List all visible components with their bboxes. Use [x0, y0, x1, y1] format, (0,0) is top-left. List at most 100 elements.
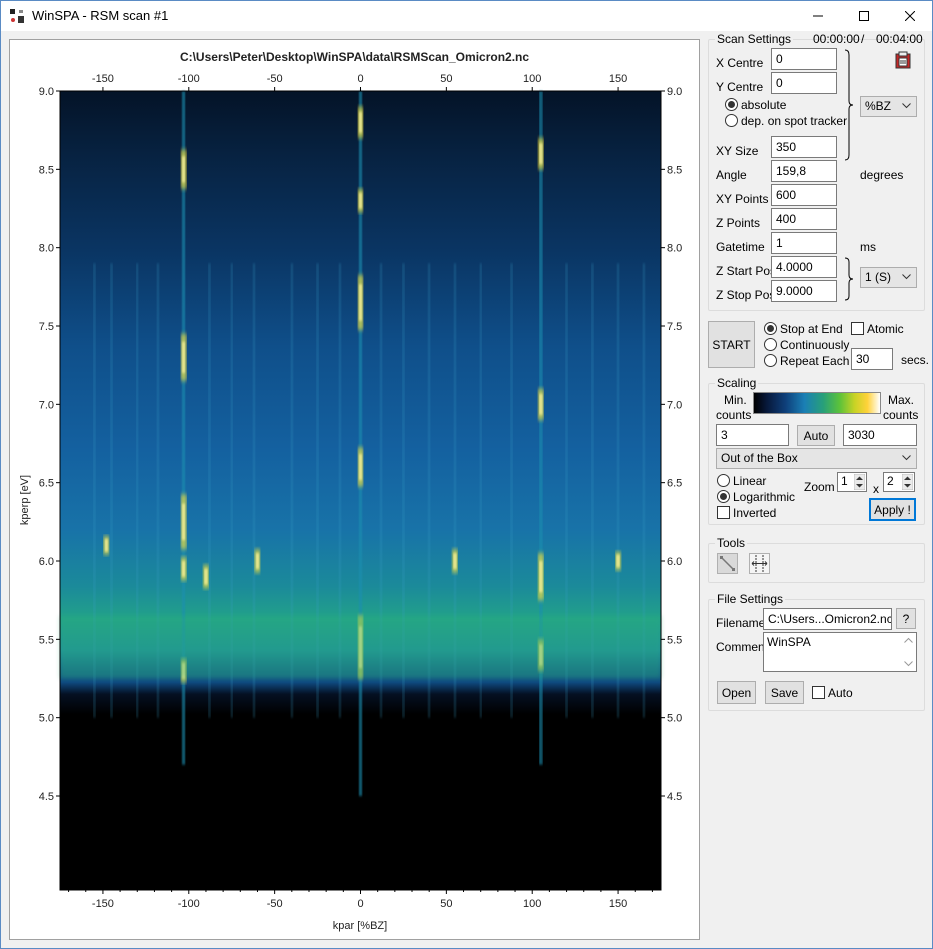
z-select-value: 1 (S): [865, 270, 892, 284]
diffraction-spot-core: [539, 143, 543, 165]
maximize-icon: [859, 11, 869, 21]
repeat-each-radio[interactable]: [764, 354, 777, 367]
color-scale-bar: [753, 392, 881, 414]
atomic-checkbox[interactable]: [851, 322, 864, 335]
scaling-label: Scaling: [715, 376, 759, 390]
x-tick-label-top: -100: [178, 73, 200, 85]
app-icon: [10, 9, 24, 23]
auto-save-checkbox[interactable]: [812, 686, 825, 699]
minimize-button[interactable]: [795, 1, 841, 31]
scroll-up-icon[interactable]: [904, 637, 913, 643]
tools-label: Tools: [715, 536, 748, 550]
min-value-input[interactable]: 3: [716, 424, 789, 446]
max-value-input[interactable]: 3030: [843, 424, 917, 446]
diffraction-spot-core: [539, 393, 543, 415]
filename-input[interactable]: C:\Users...Omicron2.nc: [763, 608, 892, 630]
z-points-input[interactable]: 400: [771, 208, 837, 230]
z-start-label: Z Start Pos.: [716, 264, 780, 278]
y-tick-label-right: 9.0: [667, 86, 682, 98]
y-tick-label-right: 5.5: [667, 634, 682, 646]
spot-tracker-radio[interactable]: [725, 114, 738, 127]
zoom-y-value: 2: [887, 474, 894, 488]
y-tick-label-right: 5.0: [667, 713, 682, 725]
xy-size-label: XY Size: [716, 144, 759, 158]
repeat-each-label: Repeat Each: [780, 354, 850, 368]
gatetime-input[interactable]: 1: [771, 232, 837, 254]
grid-tool-icon[interactable]: [749, 553, 770, 574]
spinner-arrows-icon[interactable]: [902, 474, 913, 490]
diffraction-spot-core: [539, 561, 543, 593]
line-profile-icon[interactable]: [717, 553, 738, 574]
x-tick-label-bottom: 150: [609, 898, 627, 910]
xy-brace: [844, 49, 854, 161]
linear-label: Linear: [733, 474, 767, 488]
filename-label: Filename: [716, 616, 766, 630]
save-button[interactable]: Save: [765, 681, 804, 704]
y-tick-label-left: 6.0: [39, 556, 54, 568]
filename-help-button[interactable]: ?: [896, 608, 916, 629]
x-tick-label-bottom: -50: [267, 898, 283, 910]
y-tick-label-left: 8.0: [39, 243, 54, 255]
rsm-plot[interactable]: -150 -150 -100 -100 -50 -50 0 0 50 50 100 100 150 150…: [10, 40, 699, 939]
diffraction-spot-core: [359, 284, 362, 321]
xy-points-input[interactable]: 600: [771, 184, 837, 206]
stop-at-end-radio[interactable]: [764, 322, 777, 335]
x-tick-label-bottom: 50: [440, 898, 452, 910]
continuously-radio[interactable]: [764, 338, 777, 351]
diffraction-spot-core: [182, 341, 186, 373]
gatetime-label: Gatetime: [716, 240, 765, 254]
angle-label: Angle: [716, 168, 747, 182]
zoom-y-spinner[interactable]: 2: [883, 472, 915, 492]
apply-button[interactable]: Apply !: [869, 498, 916, 521]
diffraction-spot-core: [359, 192, 362, 209]
clipboard-icon[interactable]: [894, 51, 912, 69]
close-button[interactable]: [887, 1, 933, 31]
xy-size-input[interactable]: 350: [771, 136, 837, 158]
auto-scale-button[interactable]: Auto: [797, 425, 835, 446]
y-tick-label-right: 7.5: [667, 321, 682, 333]
angle-input[interactable]: 159,8: [771, 160, 837, 182]
zoom-x-spinner[interactable]: 1: [837, 472, 867, 492]
spinner-arrows-icon[interactable]: [854, 474, 865, 490]
scroll-down-icon[interactable]: [904, 661, 913, 667]
start-button[interactable]: START: [708, 321, 755, 368]
total-time: 00:04:00: [876, 32, 923, 46]
open-button[interactable]: Open: [717, 681, 756, 704]
x-centre-input[interactable]: 0: [771, 48, 837, 70]
logarithmic-radio[interactable]: [717, 490, 730, 503]
diffraction-spot-core: [182, 503, 186, 541]
file-settings-label: File Settings: [715, 592, 786, 606]
plot-panel: C:\Users\Peter\Desktop\WinSPA\data\RSMSc…: [9, 39, 700, 940]
z-start-input[interactable]: 4.0000: [771, 256, 837, 278]
x-tick-label-top: 0: [357, 73, 363, 85]
intensity-band: [60, 615, 661, 679]
comment-textarea[interactable]: WinSPA: [763, 632, 917, 672]
unit-select-value: %BZ: [865, 99, 892, 113]
y-axis-label: kperp [eV]: [19, 475, 31, 525]
absolute-radio[interactable]: [725, 98, 738, 111]
spot-tracker-label: dep. on spot tracker: [741, 114, 848, 128]
unit-select[interactable]: %BZ: [860, 96, 917, 117]
inverted-label: Inverted: [733, 506, 777, 520]
repeat-seconds-input[interactable]: 30: [851, 348, 893, 370]
chevron-down-icon: [902, 103, 911, 109]
comment-label: Comment: [716, 640, 769, 654]
linear-radio[interactable]: [717, 474, 730, 487]
y-centre-input[interactable]: 0: [771, 72, 837, 94]
logarithmic-label: Logarithmic: [733, 490, 796, 504]
gatetime-unit: ms: [860, 240, 876, 254]
y-tick-label-left: 5.0: [39, 713, 54, 725]
z-stop-input[interactable]: 9.0000: [771, 280, 837, 302]
y-tick-label-right: 6.5: [667, 478, 682, 490]
y-tick-label-left: 4.5: [39, 791, 54, 803]
inverted-checkbox[interactable]: [717, 506, 730, 519]
diffraction-spot-core: [255, 553, 259, 569]
y-tick-label-right: 8.0: [667, 243, 682, 255]
scaling-mode-select[interactable]: Out of the Box: [716, 448, 917, 469]
maximize-button[interactable]: [841, 1, 887, 31]
x-tick-label-top: 150: [609, 73, 627, 85]
x-tick-label-bottom: 100: [523, 898, 541, 910]
title-bar[interactable]: WinSPA - RSM scan #1: [1, 1, 932, 31]
z-select[interactable]: 1 (S): [860, 267, 917, 288]
app-window: WinSPA - RSM scan #1 C:\Users\Peter\Desk…: [0, 0, 933, 949]
